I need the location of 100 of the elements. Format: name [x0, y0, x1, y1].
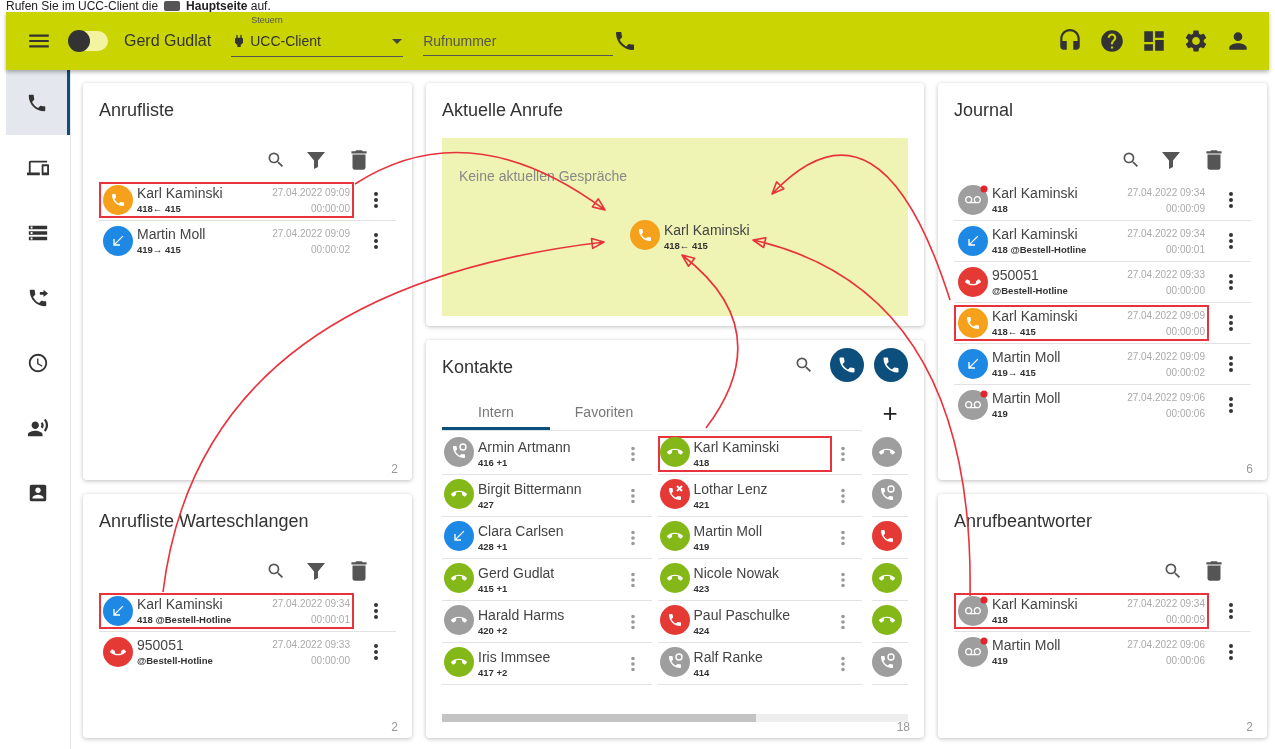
call-entry[interactable]: Karl Kaminski 418 @Bestell-Hotline 27.04.2022 09:34 00:00:01	[954, 223, 1209, 259]
contact-entry[interactable]: Clara Carlsen 428 +1	[442, 519, 622, 556]
outgoing-call-icon	[958, 226, 988, 256]
presence-toggle[interactable]	[70, 31, 108, 51]
contact-number: 420 +2	[478, 623, 509, 637]
call-date: 27.04.2022 09:06	[1127, 391, 1205, 403]
phone-number-field[interactable]: Rufnummer	[423, 26, 614, 56]
available-status-icon	[444, 478, 474, 509]
call-entry[interactable]: Martin Moll 419 27.04.2022 09:06 00:00:06	[954, 387, 1209, 423]
call-duration: 00:00:06	[1166, 407, 1205, 419]
call-date: 27.04.2022 09:34	[1127, 227, 1205, 239]
call-date: 27.04.2022 09:33	[272, 638, 350, 650]
empty-message: Keine aktuellen Gespräche	[459, 168, 628, 184]
horizontal-scrollbar[interactable]	[442, 714, 908, 722]
available-status-icon	[659, 562, 690, 593]
contact-entry[interactable]: Birgit Bittermann 427	[442, 477, 622, 514]
search-icon[interactable]	[1163, 561, 1183, 581]
available-status-icon	[659, 436, 690, 467]
item-count: 2	[1246, 720, 1253, 734]
call-duration: 00:00:00	[311, 654, 350, 666]
call-detail: 418← 415	[664, 239, 709, 252]
call-action-button[interactable]	[830, 348, 864, 382]
call-duration: 00:00:00	[1166, 325, 1205, 337]
call-entry[interactable]: Karl Kaminski 418 27.04.2022 09:34 00:00:09	[954, 593, 1209, 629]
contact-number: 417 +2	[478, 665, 509, 679]
incoming-call-icon	[103, 185, 133, 215]
call-date: 27.04.2022 09:34	[272, 597, 350, 609]
item-count: 6	[1246, 462, 1253, 476]
contact-number: 419	[693, 539, 711, 553]
contact-name: Martin Moll	[693, 522, 763, 540]
contact-name: Clara Carlsen	[478, 522, 565, 540]
search-icon[interactable]	[794, 355, 814, 375]
call-entry[interactable]: Karl Kaminski 418← 415 27.04.2022 09:09 00:00:00	[954, 305, 1209, 341]
call-entry[interactable]: Karl Kaminski 418 27.04.2022 09:34 00:00:09	[954, 182, 1209, 218]
sidebar-item[interactable]	[6, 70, 70, 135]
clock-icon[interactable]	[27, 351, 49, 374]
contact-entry[interactable]: Gerd Gudlat 415 +1	[442, 561, 622, 598]
call-entry[interactable]: Martin Moll 419 27.04.2022 09:06 00:00:06	[954, 634, 1209, 670]
phone-icon[interactable]	[837, 355, 857, 375]
contact-entry[interactable]: Karl Kaminski 418	[657, 435, 833, 472]
item-count: 2	[391, 462, 398, 476]
add-button[interactable]: +	[872, 395, 908, 431]
speaking-person-icon[interactable]	[27, 416, 49, 439]
call-duration: 00:00:02	[311, 243, 350, 255]
call-date: 27.04.2022 09:09	[1127, 350, 1205, 362]
caller-name: 950051	[992, 267, 1040, 284]
phone-icon[interactable]	[881, 355, 901, 375]
away-status-icon	[872, 478, 903, 509]
contacts-tab[interactable]: Favoriten	[550, 396, 658, 430]
call-detail: 418← 415	[992, 325, 1037, 338]
contact-entry[interactable]: Ralf Ranke 414	[657, 645, 833, 682]
caller-name: Karl Kaminski	[992, 308, 1079, 325]
contact-entry[interactable]: Armin Artmann 416 +1	[442, 435, 622, 472]
contact-entry[interactable]: Harald Harms 420 +2	[442, 603, 622, 640]
offline-status-icon	[444, 604, 474, 635]
search-icon[interactable]	[266, 150, 286, 170]
contact-number: 424	[693, 623, 711, 637]
caller-name: Karl Kaminski	[137, 185, 224, 202]
call-detail: 418	[992, 613, 1009, 626]
contact-entry[interactable]: Iris Immsee 417 +2	[442, 645, 622, 682]
call-duration: 00:00:01	[311, 613, 350, 625]
control-dropdown[interactable]: UCC-Client	[250, 32, 389, 49]
caller-name: Karl Kaminski	[992, 226, 1079, 243]
call-entry[interactable]: Karl Kaminski 418 @Bestell-Hotline 27.04.2022 09:34 00:00:01	[99, 593, 354, 629]
call-action-button[interactable]	[874, 348, 908, 382]
instruction-text: Hauptseite auf.	[186, 0, 271, 12]
contact-number: 428 +1	[478, 539, 509, 553]
incoming-call-icon	[958, 308, 988, 338]
call-detail: 418	[992, 202, 1009, 215]
settings-icon[interactable]	[1183, 28, 1209, 54]
outgoing-call-icon	[103, 596, 133, 626]
search-icon[interactable]	[266, 561, 286, 581]
call-duration: 00:00:00	[311, 202, 350, 214]
call-detail: 418 @Bestell-Hotline	[992, 243, 1088, 256]
contact-name: Ralf Ranke	[693, 648, 764, 666]
contact-entry[interactable]: Martin Moll 419	[657, 519, 833, 556]
call-entry[interactable]: 950051 @Bestell-Hotline 27.04.2022 09:33 00:00:00	[954, 264, 1209, 300]
contact-entry[interactable]: Nicole Nowak 423	[657, 561, 833, 598]
panel-title: Kontakte	[442, 356, 515, 379]
search-icon[interactable]	[1121, 150, 1141, 170]
call-entry[interactable]: Martin Moll 419→ 415 27.04.2022 09:09 00:00:02	[954, 346, 1209, 382]
contact-name: Lothar Lenz	[693, 480, 769, 498]
contact-number: 414	[693, 665, 711, 679]
call-date: 27.04.2022 09:09	[1127, 309, 1205, 321]
call-entry[interactable]: Karl Kaminski 418← 415 27.04.2022 09:09 00:00:00	[99, 182, 354, 218]
contact-name: Karl Kaminski	[693, 438, 781, 456]
contact-entry[interactable]: Lothar Lenz 421	[657, 477, 833, 514]
voicemail-icon	[958, 596, 988, 626]
call-entry[interactable]: 950051 @Bestell-Hotline 27.04.2022 09:33 00:00:00	[99, 634, 354, 670]
help-icon[interactable]	[1099, 28, 1125, 54]
contacts-tab[interactable]: Intern	[442, 396, 550, 430]
item-count: 2	[391, 720, 398, 734]
forwarded-status-icon	[444, 520, 474, 551]
contact-entry[interactable]: Paul Paschulke 424	[657, 603, 833, 640]
call-date: 27.04.2022 09:34	[1127, 186, 1205, 198]
call-duration: 00:00:06	[1166, 654, 1205, 666]
dashboard-icon[interactable]	[1141, 28, 1167, 54]
call-date: 27.04.2022 09:09	[272, 186, 350, 198]
contact-number: 427	[478, 497, 495, 511]
call-entry[interactable]: Martin Moll 419→ 415 27.04.2022 09:09 00:00:02	[99, 223, 354, 259]
